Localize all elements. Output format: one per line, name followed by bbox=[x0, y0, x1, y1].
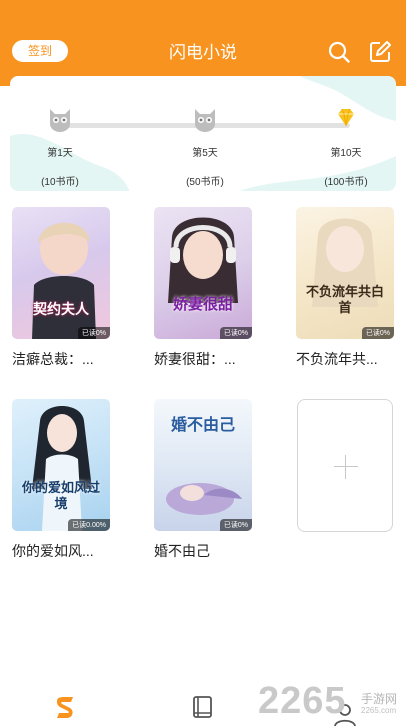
edit-icon[interactable] bbox=[368, 40, 392, 64]
read-progress-badge: 已读0.00% bbox=[68, 519, 110, 531]
search-icon[interactable] bbox=[327, 40, 351, 64]
cover-title: 婚不由己 bbox=[170, 415, 235, 434]
milestone-reward: (50书币) bbox=[186, 177, 224, 188]
book-title[interactable]: 不负流年共... bbox=[296, 349, 394, 369]
milestone-day: 第5天 bbox=[192, 148, 218, 159]
cover-title: 你的爱如风过境 bbox=[21, 481, 100, 512]
watermark-number: 2265 bbox=[258, 680, 347, 722]
watermark-domain: 2265.com bbox=[361, 706, 397, 715]
cover-title: 不负流年共白首 bbox=[305, 285, 384, 316]
milestone-day-10: 第10天 (100书币) bbox=[296, 106, 396, 188]
cover-illustration bbox=[168, 217, 238, 303]
cover-title: 娇妻很甜 bbox=[172, 295, 233, 313]
add-book-button[interactable] bbox=[297, 399, 393, 532]
book-title[interactable]: 你的爱如风... bbox=[12, 541, 110, 561]
milestone-day-5: 第5天 (50书币) bbox=[155, 106, 255, 188]
book-title[interactable]: 洁癖总裁：... bbox=[12, 349, 110, 369]
read-progress-badge: 已读0% bbox=[361, 327, 394, 339]
book-item[interactable]: 不负流年共白首 已读0% 不负流年共... bbox=[296, 207, 394, 369]
book-cover[interactable]: 不负流年共白首 已读0% bbox=[296, 207, 394, 339]
book-item[interactable]: 契约夫人 已读0% 洁癖总裁：... bbox=[12, 207, 110, 369]
milestone-day-1: 第1天 (10书币) bbox=[10, 106, 110, 188]
book-item[interactable]: 娇妻很甜 已读0% 娇妻很甜：... bbox=[154, 207, 252, 369]
milestone-reward: (10书币) bbox=[41, 177, 79, 188]
milestone-day: 第1天 bbox=[47, 148, 73, 159]
milestone-reward: (100书币) bbox=[324, 177, 368, 188]
book-cover[interactable]: 婚不由己 已读0% bbox=[154, 399, 252, 531]
owl-icon bbox=[50, 109, 70, 132]
checkin-card: 第1天 (10书币) 第5天 (50书币) 第10天 (100书币) bbox=[10, 76, 396, 191]
milestone-day: 第10天 bbox=[330, 148, 362, 159]
read-progress-badge: 已读0% bbox=[77, 327, 110, 339]
read-progress-badge: 已读0% bbox=[219, 327, 252, 339]
book-icon[interactable] bbox=[190, 694, 216, 720]
book-cover[interactable]: 你的爱如风过境 已读0.00% bbox=[12, 399, 110, 531]
read-progress-badge: 已读0% bbox=[219, 519, 252, 531]
book-title[interactable]: 婚不由己 bbox=[154, 541, 252, 561]
watermark-text: 手游网 bbox=[361, 692, 398, 706]
cover-illustration bbox=[32, 222, 96, 339]
cover-illustration bbox=[312, 218, 378, 307]
book-item[interactable]: 你的爱如风过境 已读0.00% 你的爱如风... bbox=[12, 399, 110, 561]
lightning-icon[interactable] bbox=[52, 694, 78, 720]
diamond-icon bbox=[338, 108, 354, 127]
book-item[interactable]: 婚不由己 已读0% 婚不由己 bbox=[154, 399, 252, 561]
book-cover[interactable]: 娇妻很甜 已读0% bbox=[154, 207, 252, 339]
book-cover[interactable]: 契约夫人 已读0% bbox=[12, 207, 110, 339]
watermark-logo: 2265 手游网 2265.com bbox=[258, 680, 397, 723]
owl-icon bbox=[195, 109, 215, 132]
cover-title: 契约夫人 bbox=[33, 302, 89, 318]
top-bar: 签到 闪电小说 bbox=[0, 0, 406, 86]
book-title[interactable]: 娇妻很甜：... bbox=[154, 349, 252, 369]
